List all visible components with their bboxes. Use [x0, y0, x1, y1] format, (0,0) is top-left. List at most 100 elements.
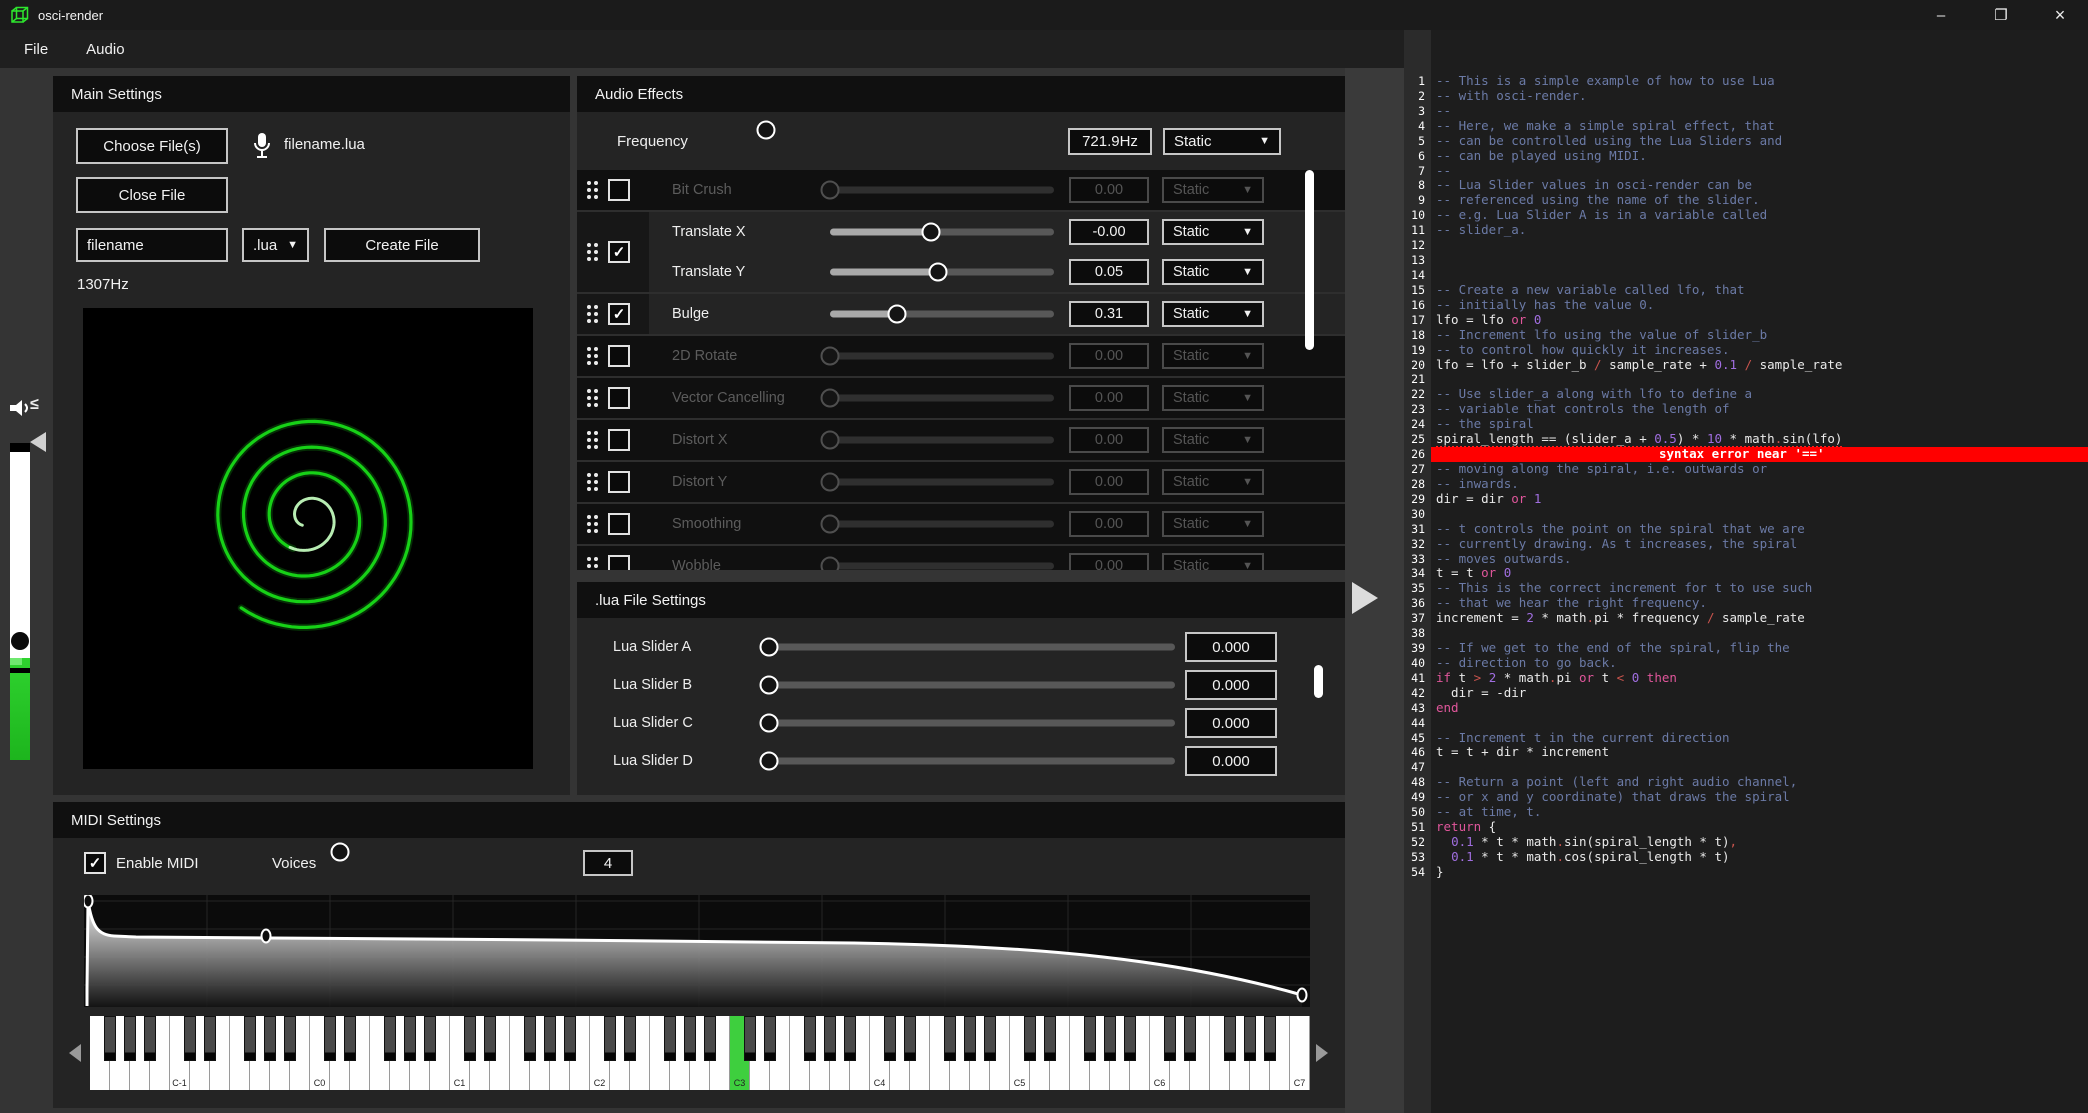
code-line-content[interactable]: -- slider_a.: [1431, 223, 2088, 238]
slider-knob[interactable]: [760, 676, 779, 695]
slider-knob[interactable]: [821, 557, 840, 571]
slider[interactable]: [769, 750, 1175, 772]
effect-value-box[interactable]: 0.05: [1069, 259, 1149, 285]
effect-mode-dropdown[interactable]: Static▼: [1162, 301, 1264, 327]
slider-knob[interactable]: [888, 305, 907, 324]
code-line-content[interactable]: -- Create a new variable called lfo, tha…: [1431, 283, 2088, 298]
piano-key-black[interactable]: [144, 1016, 156, 1061]
code-line-content[interactable]: -- or x and y coordinate) that draws the…: [1431, 790, 2088, 805]
piano-key-black[interactable]: [244, 1016, 256, 1061]
piano-key-black[interactable]: [404, 1016, 416, 1061]
filename-input[interactable]: filename: [76, 228, 228, 262]
code-line-content[interactable]: -- currently drawing. As t increases, th…: [1431, 537, 2088, 552]
checkbox-effect[interactable]: [608, 555, 630, 570]
drag-handle-icon[interactable]: [587, 181, 598, 199]
drag-handle-icon[interactable]: [587, 389, 598, 407]
piano-key-black[interactable]: [384, 1016, 396, 1061]
effect-value-box[interactable]: 0.31: [1069, 301, 1149, 327]
code-line-content[interactable]: [1431, 253, 2088, 268]
checkbox-effect[interactable]: [608, 429, 630, 451]
code-line-content[interactable]: -- referenced using the name of the slid…: [1431, 193, 2088, 208]
slider[interactable]: [830, 179, 1054, 201]
keyboard-scroll-right-arrow[interactable]: [1316, 1044, 1328, 1062]
slider[interactable]: [830, 261, 1054, 283]
piano-key-black[interactable]: [1264, 1016, 1276, 1061]
code-line-content[interactable]: lfo = lfo or 0: [1431, 313, 2088, 328]
checkbox-effect[interactable]: ✓: [608, 303, 630, 325]
code-line-content[interactable]: [1431, 372, 2088, 387]
drag-handle-icon[interactable]: [587, 347, 598, 365]
code-line-content[interactable]: [1431, 507, 2088, 522]
piano-key-black[interactable]: [1024, 1016, 1036, 1061]
code-line-content[interactable]: -- t controls the point on the spiral th…: [1431, 522, 2088, 537]
code-line-content[interactable]: increment = 2 * math.pi * frequency / sa…: [1431, 611, 2088, 626]
slider-knob[interactable]: [821, 347, 840, 366]
slider[interactable]: [830, 471, 1054, 493]
microphone-icon[interactable]: [252, 131, 272, 161]
code-line-content[interactable]: -- with osci-render.: [1431, 89, 2088, 104]
volume-slider-track[interactable]: [10, 443, 30, 661]
close-button[interactable]: ×: [2038, 0, 2082, 30]
lua-slider-value-box[interactable]: 0.000: [1185, 632, 1277, 662]
enable-midi-checkbox[interactable]: ✓: [84, 852, 106, 874]
checkbox-effect[interactable]: [608, 513, 630, 535]
piano-key-black[interactable]: [204, 1016, 216, 1061]
slider[interactable]: [769, 636, 1175, 658]
code-line-content[interactable]: -- Increment t in the current direction: [1431, 731, 2088, 746]
code-line-content[interactable]: -- the spiral: [1431, 417, 2088, 432]
piano-key-black[interactable]: [664, 1016, 676, 1061]
lua-scrollbar[interactable]: [1314, 665, 1323, 698]
code-line-content[interactable]: end: [1431, 701, 2088, 716]
code-line-content[interactable]: -- moving along the spiral, i.e. outward…: [1431, 462, 2088, 477]
piano-key-black[interactable]: [1244, 1016, 1256, 1061]
checkbox-effect[interactable]: [608, 471, 630, 493]
effect-mode-dropdown[interactable]: Static▼: [1162, 511, 1264, 537]
code-line-content[interactable]: --: [1431, 104, 2088, 119]
drag-handle-icon[interactable]: [587, 305, 598, 323]
code-line-content[interactable]: -- Use slider_a along with lfo to define…: [1431, 387, 2088, 402]
slider[interactable]: [830, 303, 1054, 325]
code-line-content[interactable]: -- Lua Slider values in osci-render can …: [1431, 178, 2088, 193]
piano-key-black[interactable]: [1104, 1016, 1116, 1061]
lua-slider-value-box[interactable]: 0.000: [1185, 670, 1277, 700]
slider-knob[interactable]: [760, 752, 779, 771]
slider-knob[interactable]: [921, 223, 940, 242]
effect-mode-dropdown[interactable]: Static▼: [1162, 343, 1264, 369]
piano-key-black[interactable]: [124, 1016, 136, 1061]
piano-key-black[interactable]: [904, 1016, 916, 1061]
extension-dropdown[interactable]: .lua ▼: [242, 228, 309, 262]
code-line-content[interactable]: -- can be controlled using the Lua Slide…: [1431, 134, 2088, 149]
effect-mode-dropdown[interactable]: Static▼: [1162, 219, 1264, 245]
code-line-content[interactable]: spiral_length == (slider_a + 0.5) * 10 *…: [1431, 432, 2088, 447]
slider-knob[interactable]: [331, 843, 350, 862]
drag-handle-icon[interactable]: [587, 557, 598, 570]
piano-key-black[interactable]: [984, 1016, 996, 1061]
effect-value-box[interactable]: 0.00: [1069, 469, 1149, 495]
code-line-content[interactable]: [1431, 238, 2088, 253]
piano-key-black[interactable]: [464, 1016, 476, 1061]
effect-value-box[interactable]: 0.00: [1069, 177, 1149, 203]
piano-key-black[interactable]: [524, 1016, 536, 1061]
piano-key-black[interactable]: [804, 1016, 816, 1061]
play-button[interactable]: [1352, 582, 1378, 614]
code-line-content[interactable]: [1431, 626, 2088, 641]
code-line-content[interactable]: -- moves outwards.: [1431, 552, 2088, 567]
checkbox-effect[interactable]: [608, 387, 630, 409]
piano-key-black[interactable]: [284, 1016, 296, 1061]
piano-key-black[interactable]: [964, 1016, 976, 1061]
code-editor[interactable]: 1-- This is a simple example of how to u…: [1404, 30, 2088, 1113]
code-line-content[interactable]: syntax error near '==': [1431, 447, 2088, 462]
effect-mode-dropdown[interactable]: Static▼: [1162, 385, 1264, 411]
code-line-content[interactable]: -- initially has the value 0.: [1431, 298, 2088, 313]
effect-value-box[interactable]: 0.00: [1069, 427, 1149, 453]
code-line-content[interactable]: -- If we get to the end of the spiral, f…: [1431, 641, 2088, 656]
drag-handle-icon[interactable]: [587, 243, 598, 261]
piano-key-black[interactable]: [824, 1016, 836, 1061]
code-line-content[interactable]: -- can be played using MIDI.: [1431, 149, 2088, 164]
code-line-content[interactable]: dir = -dir: [1431, 686, 2088, 701]
slider-knob[interactable]: [760, 638, 779, 657]
code-line-content[interactable]: [1431, 760, 2088, 775]
piano-key-black[interactable]: [1164, 1016, 1176, 1061]
code-line-content[interactable]: -- variable that controls the length of: [1431, 402, 2088, 417]
code-line-content[interactable]: -- at time, t.: [1431, 805, 2088, 820]
